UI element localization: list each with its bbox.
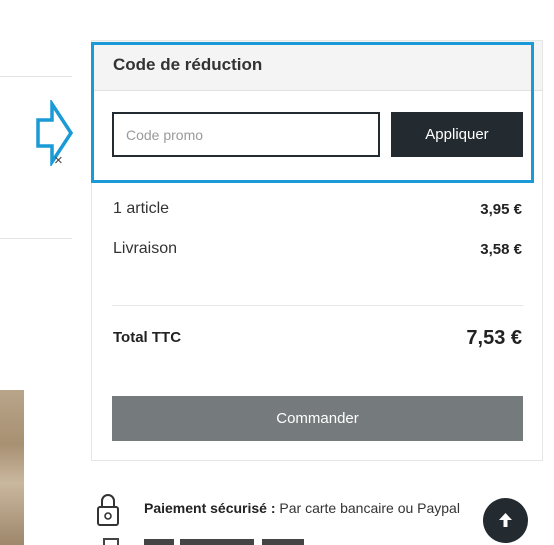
arrow-up-icon <box>499 513 512 527</box>
secure-payment-title: Paiement sécurisé : <box>144 500 276 516</box>
product-image <box>0 390 24 545</box>
summary-row-label: Livraison <box>113 240 178 257</box>
total-label: Total TTC <box>113 329 182 346</box>
summary-row-label: 1 article <box>113 200 170 217</box>
close-icon[interactable]: × <box>54 153 63 168</box>
divider-top <box>0 76 72 77</box>
order-button[interactable]: Commander <box>112 396 523 441</box>
padlock-icon <box>97 494 119 526</box>
summary-row-value: 3,95 € <box>480 201 522 218</box>
promo-highlight-frame <box>91 42 534 183</box>
secure-payment-text: Paiement sécurisé : Par carte bancaire o… <box>144 500 460 516</box>
summary-divider <box>112 305 523 306</box>
delivery-icon <box>103 538 119 545</box>
next-info-line <box>144 539 304 545</box>
divider-bottom <box>0 238 72 239</box>
summary-row-value: 3,58 € <box>480 241 522 258</box>
secure-payment-detail: Par carte bancaire ou Paypal <box>279 500 460 516</box>
total-value: 7,53 € <box>466 327 522 349</box>
scroll-top-button[interactable] <box>483 498 528 543</box>
